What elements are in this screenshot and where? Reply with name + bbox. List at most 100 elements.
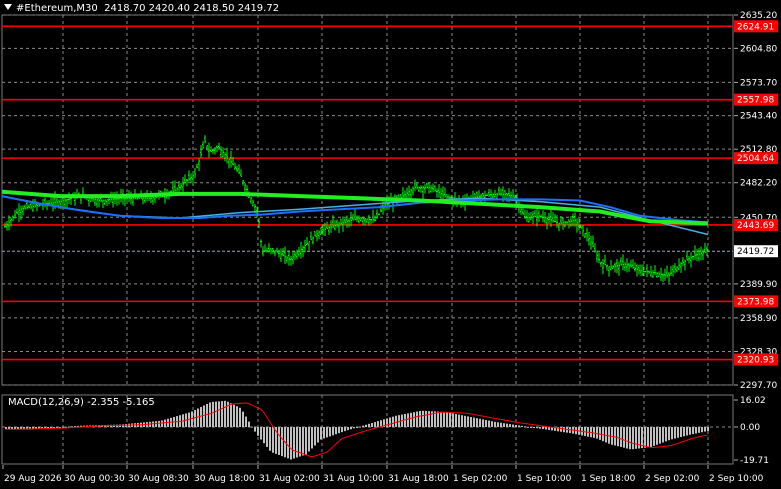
- macd-bar: [542, 427, 544, 430]
- macd-bar: [311, 427, 313, 449]
- macd-bar: [272, 427, 274, 453]
- chart-title: #Ethereum,M30 2418.70 2420.40 2418.50 24…: [4, 3, 279, 14]
- macd-bar: [503, 423, 505, 427]
- price-level-label: 2504.64: [737, 154, 774, 164]
- price-chart[interactable]: 29 Aug 2026 30 Aug 00:30 30 Aug 08:30 30 Au…: [0, 0, 781, 489]
- price-level-label: 2557.98: [737, 96, 774, 106]
- macd-bar: [308, 427, 310, 452]
- macd-bar: [656, 427, 658, 445]
- macd-bar: [341, 427, 343, 433]
- macd-bar: [440, 411, 442, 427]
- macd-bar: [17, 427, 19, 430]
- macd-bar: [191, 411, 193, 427]
- macd-bar: [629, 427, 631, 450]
- macd-bar: [461, 415, 463, 427]
- macd-bar: [614, 427, 616, 446]
- time-label: 2 Sep 02:00: [645, 474, 700, 484]
- macd-bar: [680, 427, 682, 437]
- price-label: 2635.20: [740, 11, 777, 21]
- macd-bar: [47, 427, 49, 428]
- macd-bar: [281, 427, 283, 457]
- macd-bar: [302, 427, 304, 456]
- macd-bar: [353, 427, 355, 429]
- macd-bar: [365, 424, 367, 427]
- price-level-label: 2320.93: [737, 356, 774, 366]
- macd-bar: [194, 410, 196, 427]
- macd-bar: [338, 427, 340, 434]
- macd-bar: [26, 427, 28, 429]
- macd-bar: [335, 427, 337, 435]
- macd-bar: [617, 427, 619, 447]
- macd-bar: [239, 407, 241, 427]
- macd-bar: [701, 427, 703, 433]
- macd-bar: [602, 427, 604, 442]
- macd-bar: [674, 427, 676, 439]
- macd-bar: [446, 412, 448, 427]
- macd-bar: [545, 427, 547, 430]
- macd-bar: [215, 401, 217, 427]
- macd-bar: [647, 427, 649, 448]
- macd-bar: [539, 427, 541, 429]
- macd-bar: [650, 427, 652, 447]
- macd-bar: [329, 427, 331, 437]
- macd-bar: [413, 412, 415, 427]
- macd-bar: [332, 427, 334, 436]
- macd-bar: [560, 427, 562, 432]
- macd-bar: [155, 421, 157, 427]
- macd-bar: [596, 427, 598, 439]
- macd-bar: [230, 403, 232, 427]
- macd-bar: [599, 427, 601, 440]
- macd-bar: [209, 402, 211, 427]
- macd-bar: [473, 417, 475, 427]
- macd-bar: [632, 427, 634, 450]
- time-label: 31 Aug 10:00: [323, 474, 384, 484]
- time-label: 1 Sep 10:00: [517, 474, 572, 484]
- macd-bar: [704, 427, 706, 432]
- macd-bar: [491, 421, 493, 427]
- macd-bar: [371, 422, 373, 427]
- macd-bar: [296, 427, 298, 458]
- macd-bar: [350, 427, 352, 430]
- macd-bar: [206, 404, 208, 427]
- macd-axis-label: 0.00: [740, 423, 760, 433]
- macd-bar: [677, 427, 679, 438]
- macd-bar: [653, 427, 655, 446]
- macd-bar: [482, 419, 484, 427]
- macd-bar: [521, 425, 523, 427]
- price-label: 2573.70: [740, 78, 777, 88]
- price-level-label: 2443.69: [737, 221, 774, 231]
- macd-bar: [626, 427, 628, 449]
- macd-bar: [161, 420, 163, 427]
- price-label: 2482.20: [740, 179, 777, 189]
- macd-bar: [686, 427, 688, 436]
- macd-axis-label: -19.71: [740, 456, 769, 466]
- macd-bar: [257, 427, 259, 436]
- macd-bar: [41, 427, 43, 429]
- macd-bar: [665, 427, 667, 442]
- macd-bar: [668, 427, 670, 441]
- macd-bar: [269, 427, 271, 451]
- macd-bar: [524, 426, 526, 428]
- macd-bar: [314, 427, 316, 446]
- macd-bar: [38, 427, 40, 429]
- macd-bar: [317, 427, 319, 443]
- macd-bar: [485, 420, 487, 427]
- macd-histogram: [5, 400, 709, 460]
- macd-bar: [515, 425, 517, 427]
- macd-bar: [50, 427, 52, 428]
- macd-bar: [164, 419, 166, 427]
- macd-bar: [464, 415, 466, 427]
- macd-bar: [293, 427, 295, 459]
- time-label: 29 Aug 2026: [4, 474, 62, 484]
- macd-bar: [527, 426, 529, 428]
- macd-bar: [29, 427, 31, 429]
- macd-bar: [236, 406, 238, 427]
- macd-bar: [233, 404, 235, 427]
- macd-bar: [326, 427, 328, 438]
- price-level-label: 2624.91: [737, 22, 774, 32]
- macd-bar: [392, 416, 394, 427]
- macd-bar: [305, 427, 307, 455]
- macd-bar: [389, 417, 391, 427]
- dropdown-arrow-icon[interactable]: [4, 4, 12, 10]
- macd-bar: [698, 427, 700, 433]
